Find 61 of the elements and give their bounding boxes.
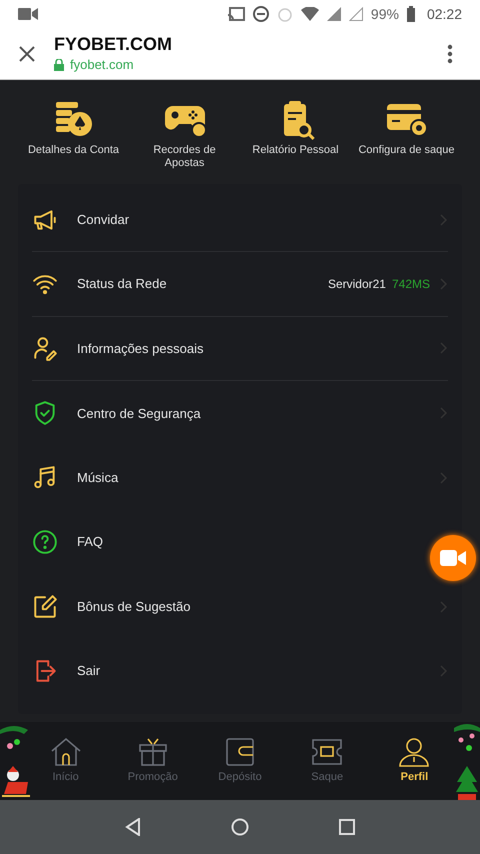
menu-item[interactable]: Música [32, 446, 448, 510]
back-icon [125, 818, 141, 836]
chevron-icon [440, 600, 448, 613]
cast-icon [226, 7, 245, 21]
cell-signal-icon [326, 7, 341, 21]
menu-item[interactable]: Bônus de Sugestão [32, 574, 448, 639]
shortcut-button[interactable]: Recordes de Apostas [129, 100, 240, 170]
battery-icon [406, 6, 415, 22]
menu-item[interactable]: Status da Rede Servidor21 742MS [32, 252, 448, 316]
do-not-disturb-icon [252, 6, 269, 22]
recents-icon [339, 819, 355, 835]
christmas-tree-drawing [454, 764, 480, 800]
nav-tab[interactable]: Perfil [370, 736, 458, 786]
more-icon [447, 44, 453, 64]
menu-label: Informações pessoais [77, 340, 204, 358]
camera-icon [18, 7, 38, 21]
server-name: Servidor21 [328, 276, 386, 294]
chevron-icon [440, 472, 448, 484]
chevron-icon [440, 342, 448, 354]
ticket-icon [310, 736, 344, 767]
recents-button[interactable] [339, 819, 355, 835]
clock-time: 02:22 [426, 4, 462, 24]
menu-label: Música [77, 469, 118, 487]
shortcut-button[interactable]: Configura de saque [351, 100, 462, 170]
page-title: FYOBET.COM [54, 32, 172, 55]
house-icon [48, 736, 83, 767]
close-icon [19, 46, 35, 62]
menu-label: Centro de Segurança [77, 404, 201, 423]
user-edit-icon [32, 335, 58, 362]
chevron-icon [440, 214, 448, 226]
back-button[interactable] [125, 818, 141, 836]
menu-item[interactable]: FAQ [32, 510, 428, 574]
menu-label: FAQ [77, 533, 104, 552]
person-icon [397, 736, 432, 767]
shortcut-button[interactable]: Relatório Pessoal [240, 100, 351, 170]
chevron-icon [440, 664, 448, 677]
menu-label: Bônus de Sugestão [77, 598, 190, 616]
menu-label: Status da Rede [77, 275, 167, 294]
menu-item[interactable]: Sair [32, 638, 448, 704]
ornament-drawing [0, 724, 28, 752]
home-button[interactable] [231, 818, 249, 836]
page-url: fyobet.com [70, 56, 134, 74]
battery-percent: 99% [370, 4, 399, 24]
ornament-drawing [454, 724, 480, 754]
wallet-icon [223, 736, 257, 767]
menu-item[interactable]: Centro de Segurança [32, 381, 448, 446]
home-icon [231, 818, 249, 836]
shortcut-button[interactable]: Detalhes da Conta [18, 100, 129, 170]
latency-value: 742MS [392, 276, 430, 294]
menu-item[interactable]: Informações pessoais [32, 316, 448, 380]
question-icon [32, 529, 58, 556]
lock-icon [54, 58, 64, 70]
video-camera-icon [440, 549, 466, 567]
menu-item[interactable]: Convidar [32, 188, 448, 252]
cell-signal-icon [348, 7, 363, 21]
menu-label: Convidar [77, 210, 130, 229]
chevron-icon [440, 278, 448, 290]
wifi-signal-icon [300, 7, 319, 21]
menu-label: Sair [77, 662, 100, 680]
edit-icon [32, 594, 58, 620]
chevron-icon [440, 407, 448, 420]
